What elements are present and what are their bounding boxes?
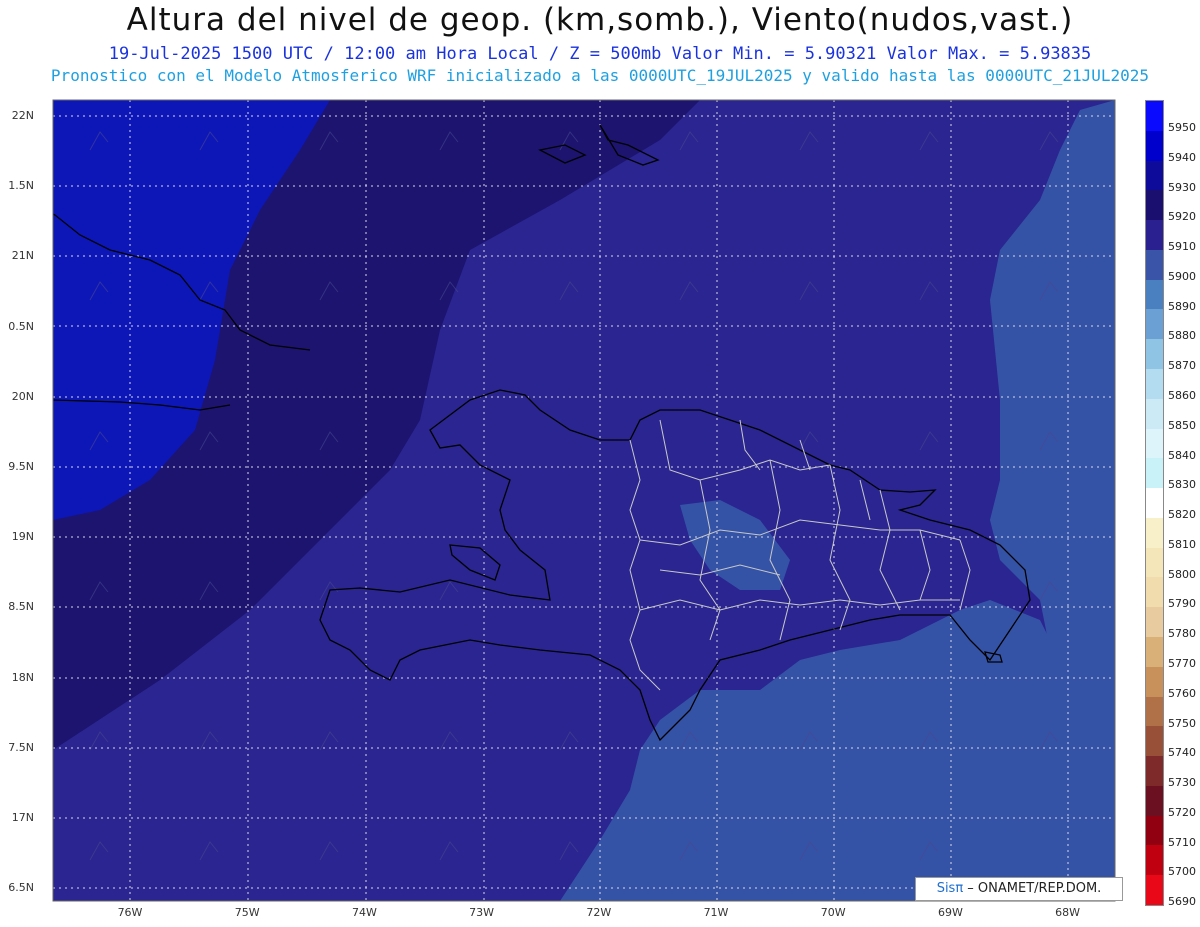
- colorbar-level-label: 5710: [1168, 835, 1196, 849]
- colorbar-level-label: 5880: [1168, 329, 1196, 343]
- shaded-field: [53, 100, 1115, 901]
- colorbar-swatch: [1146, 220, 1163, 251]
- longitude-tick-label: 75W: [234, 906, 260, 919]
- colorbar-level-label: 5860: [1168, 389, 1196, 402]
- colorbar-level-label: 5750: [1168, 716, 1196, 730]
- colorbar-swatch: [1146, 339, 1163, 370]
- colorbar-level-label: 5850: [1168, 418, 1196, 432]
- colorbar-swatch: [1146, 547, 1163, 578]
- colorbar-swatch: [1146, 458, 1163, 489]
- colorbar-level-label: 5940: [1168, 150, 1196, 164]
- latitude-tick-label: 0.5N: [8, 319, 34, 333]
- colorbar-swatch: [1146, 875, 1163, 906]
- colorbar-swatch: [1146, 249, 1163, 281]
- colorbar-level-label: 5890: [1168, 299, 1196, 313]
- latitude-tick-label: 21N: [11, 249, 34, 263]
- colorbar-level-label: 5870: [1168, 359, 1196, 373]
- longitude-tick-label: 68W: [1055, 906, 1081, 919]
- colorbar-swatch: [1146, 815, 1163, 846]
- colorbar-swatch: [1146, 309, 1163, 340]
- colorbar-swatch: [1146, 637, 1163, 668]
- colorbar-level-label: 5930: [1168, 180, 1196, 194]
- colorbar-swatch: [1146, 785, 1163, 817]
- latitude-tick-label: 1.5N: [8, 179, 34, 193]
- colorbar-swatch: [1146, 369, 1163, 400]
- colorbar-level-label: 5760: [1168, 686, 1196, 700]
- credit-org: – ONAMET/REP.DOM.: [963, 881, 1102, 896]
- colorbar-level-label: 5790: [1168, 597, 1196, 611]
- colorbar-level-label: 5920: [1168, 210, 1196, 224]
- colorbar-level-label: 5830: [1168, 478, 1196, 492]
- colorbar-swatch: [1146, 428, 1163, 459]
- colorbar-level-label: 5780: [1168, 627, 1196, 641]
- colorbar-level-label: 5800: [1168, 567, 1196, 581]
- colorbar-level-label: 5740: [1168, 746, 1196, 760]
- colorbar-swatch: [1146, 696, 1163, 727]
- latitude-tick-label: 19N: [11, 530, 34, 544]
- colorbar-swatch: [1146, 726, 1163, 757]
- colorbar-swatch: [1146, 160, 1163, 191]
- latitude-tick-label: 7.5N: [8, 740, 34, 754]
- colorbar-swatch: [1146, 607, 1163, 638]
- colorbar-level-label: 5770: [1168, 657, 1196, 670]
- colorbar-level-label: 5840: [1168, 448, 1196, 462]
- longitude-tick-label: 70W: [820, 906, 846, 919]
- colorbar-swatch: [1146, 756, 1163, 787]
- credit-brand: Sisπ: [936, 881, 964, 896]
- colorbar-swatch: [1146, 190, 1163, 221]
- latitude-tick-label: 6.5N: [8, 881, 34, 895]
- latitude-tick-label: 20N: [11, 389, 34, 403]
- colorbar-swatch: [1146, 488, 1163, 519]
- longitude-tick-label: 69W: [937, 906, 963, 919]
- longitude-tick-label: 76W: [117, 906, 143, 919]
- latitude-tick-label: 17N: [11, 811, 34, 824]
- colorbar-swatch: [1146, 101, 1163, 132]
- latitude-tick-label: 8.5N: [8, 600, 34, 614]
- colorbar-swatch: [1146, 517, 1163, 549]
- colorbar-level-label: 5690: [1168, 895, 1196, 909]
- colorbar-swatch: [1146, 398, 1163, 430]
- longitude-tick-label: 73W: [469, 906, 495, 919]
- latitude-tick-label: 18N: [11, 670, 34, 684]
- colorbar: [1145, 100, 1164, 906]
- colorbar-swatch: [1146, 279, 1163, 310]
- colorbar-level-label: 5810: [1168, 537, 1196, 551]
- colorbar-level-label: 5910: [1168, 240, 1196, 254]
- latitude-tick-label: 9.5N: [8, 460, 34, 473]
- longitude-tick-label: 72W: [586, 906, 612, 919]
- colorbar-level-label: 5900: [1168, 269, 1196, 283]
- colorbar-level-label: 5700: [1168, 865, 1196, 879]
- credit-box: Sisπ – ONAMET/REP.DOM.: [915, 877, 1123, 901]
- colorbar-level-label: 5730: [1168, 776, 1196, 790]
- colorbar-level-label: 5820: [1168, 508, 1196, 522]
- colorbar-swatch: [1146, 130, 1163, 162]
- colorbar-swatch: [1146, 845, 1163, 876]
- colorbar-swatch: [1146, 577, 1163, 608]
- longitude-tick-label: 71W: [703, 906, 729, 919]
- colorbar-level-label: 5950: [1168, 121, 1196, 134]
- colorbar-level-label: 5720: [1168, 805, 1196, 819]
- longitude-tick-label: 74W: [351, 906, 377, 919]
- map-figure: [52, 99, 1116, 902]
- latitude-tick-label: 22N: [11, 109, 34, 122]
- colorbar-swatch: [1146, 666, 1163, 698]
